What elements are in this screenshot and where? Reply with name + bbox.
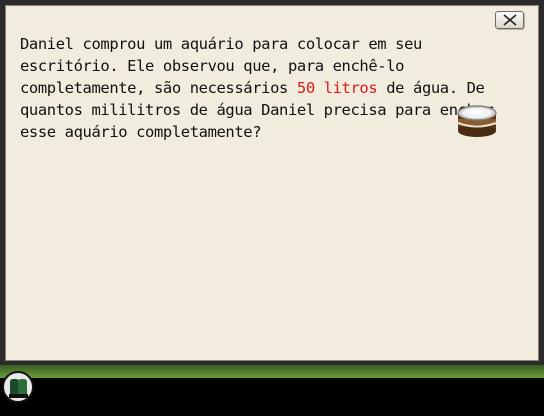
water-drum-icon — [457, 105, 497, 137]
question-highlight: 50 litros — [296, 79, 378, 97]
game-logo-icon — [2, 371, 34, 403]
game-screen: Daniel comprou um aquário para colocar e… — [0, 0, 544, 416]
close-button[interactable] — [495, 11, 524, 29]
hud-bar — [0, 378, 544, 416]
close-x-icon — [503, 14, 517, 26]
question-text: Daniel comprou um aquário para colocar e… — [20, 33, 510, 143]
